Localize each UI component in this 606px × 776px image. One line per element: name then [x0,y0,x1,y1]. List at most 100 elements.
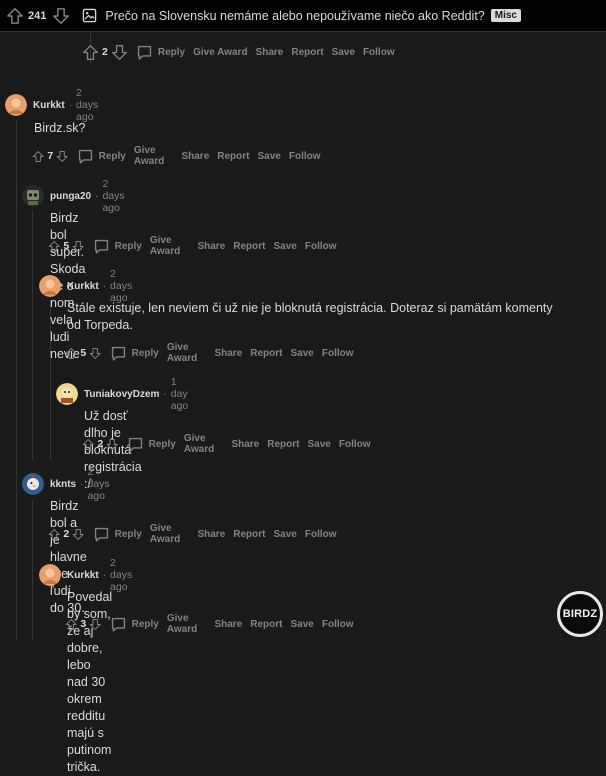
give-award-button[interactable]: Give Award [184,433,224,455]
report-button[interactable]: Report [291,47,323,58]
reply-button[interactable]: Reply [110,616,159,633]
downvote-arrow-icon[interactable] [72,238,84,255]
thread-line[interactable] [32,500,33,640]
user-avatar-icon [5,94,27,116]
upvote-arrow-icon[interactable] [65,616,77,633]
comment-author[interactable]: kknts [50,479,76,490]
comment-bubble-icon [77,148,94,165]
give-award-button[interactable]: Give Award [167,342,207,364]
comment-time[interactable]: 2 days ago [102,178,124,214]
downvote-arrow-icon[interactable] [72,526,84,543]
reply-button[interactable]: Reply [93,238,142,255]
upvote-arrow-icon[interactable] [6,7,24,25]
comment-time[interactable]: 1 day ago [171,376,189,412]
save-button[interactable]: Save [258,151,281,162]
avatar[interactable] [39,275,61,297]
downvote-arrow-icon[interactable] [89,616,101,633]
avatar[interactable] [22,473,44,495]
follow-button[interactable]: Follow [305,529,337,540]
comment-text: Birdz.sk? [34,121,86,135]
user-avatar-icon [39,275,61,297]
reply-button[interactable]: Reply [136,44,185,61]
bird-avatar-icon [22,473,44,495]
downvote-arrow-icon[interactable] [52,7,70,25]
reply-button[interactable]: Reply [77,148,126,165]
comment-score: 3 [80,618,87,630]
downvote-arrow-icon[interactable] [111,44,128,61]
reply-button[interactable]: Reply [110,345,159,362]
comment-time[interactable]: 2 days ago [87,466,109,502]
reply-button[interactable]: Reply [127,436,176,453]
share-button[interactable]: Share [197,241,225,252]
share-button[interactable]: Share [231,439,259,450]
share-button[interactable]: Share [214,348,242,359]
follow-button[interactable]: Follow [305,241,337,252]
save-button[interactable]: Save [332,47,355,58]
separator-dot: · [68,99,73,111]
save-button[interactable]: Save [308,439,331,450]
comment-time[interactable]: 2 days ago [110,268,132,304]
report-button[interactable]: Report [267,439,299,450]
comment-time[interactable]: 2 days ago [76,87,98,123]
comment-actions: 5 Reply Give Award Share Report Save Fol… [65,342,354,364]
report-button[interactable]: Report [217,151,249,162]
avatar[interactable] [39,564,61,586]
comment-time[interactable]: 2 days ago [110,557,132,593]
report-button[interactable]: Report [233,529,265,540]
comment-actions: 2 Reply Give Award Share Report Save Fol… [48,523,337,545]
upvote-arrow-icon[interactable] [65,345,77,362]
comment-bubble-icon [93,526,110,543]
downvote-arrow-icon[interactable] [56,148,68,165]
upvote-arrow-icon[interactable] [32,148,44,165]
save-button[interactable]: Save [291,348,314,359]
robot-avatar-icon [22,185,44,207]
separator-dot: · [163,388,167,400]
comment-author[interactable]: Kurkkt [67,570,99,581]
post-flair[interactable]: Misc [490,9,521,22]
give-award-button[interactable]: Give Award [167,613,207,635]
report-button[interactable]: Report [233,241,265,252]
comment-bubble-icon [127,436,144,453]
follow-button[interactable]: Follow [289,151,321,162]
post-score: 241 [28,9,47,22]
comment-author[interactable]: Kurkkt [67,281,99,292]
save-button[interactable]: Save [274,529,297,540]
comment-actions: 5 Reply Give Award Share Report Save Fol… [48,235,337,257]
avatar[interactable] [56,383,78,405]
downvote-arrow-icon[interactable] [89,345,101,362]
save-button[interactable]: Save [274,241,297,252]
report-button[interactable]: Report [250,619,282,630]
upvote-arrow-icon[interactable] [48,238,60,255]
downvote-arrow-icon[interactable] [106,436,118,453]
follow-button[interactable]: Follow [339,439,371,450]
comment-author[interactable]: TuniakovyDzem [84,389,159,400]
share-button[interactable]: Share [214,619,242,630]
comment-bubble-icon [110,345,127,362]
give-award-button[interactable]: Give Award [150,523,190,545]
upvote-arrow-icon[interactable] [82,44,99,61]
thread-line[interactable] [32,210,33,460]
give-award-button[interactable]: Give Award [134,145,174,167]
follow-button[interactable]: Follow [363,47,395,58]
comment-actions: 3 Reply Give Award Share Report Save Fol… [65,613,354,635]
comment-score: 5 [63,240,70,252]
share-button[interactable]: Share [197,529,225,540]
share-button[interactable]: Share [181,151,209,162]
upvote-arrow-icon[interactable] [48,526,60,543]
follow-button[interactable]: Follow [322,348,354,359]
reply-button[interactable]: Reply [93,526,142,543]
share-button[interactable]: Share [256,47,284,58]
report-button[interactable]: Report [250,348,282,359]
follow-button[interactable]: Follow [322,619,354,630]
give-award-button[interactable]: Give Award [193,47,247,58]
comment-author[interactable]: punga20 [50,191,91,202]
separator-dot: · [102,280,107,292]
avatar[interactable] [5,94,27,116]
comment-author[interactable]: Kurkkt [33,100,65,111]
save-button[interactable]: Save [291,619,314,630]
thread-line[interactable] [16,120,17,640]
avatar[interactable] [22,185,44,207]
post-title[interactable]: Prečo na Slovensku nemáme alebo nepoužív… [105,9,484,23]
give-award-button[interactable]: Give Award [150,235,190,257]
upvote-arrow-icon[interactable] [82,436,94,453]
